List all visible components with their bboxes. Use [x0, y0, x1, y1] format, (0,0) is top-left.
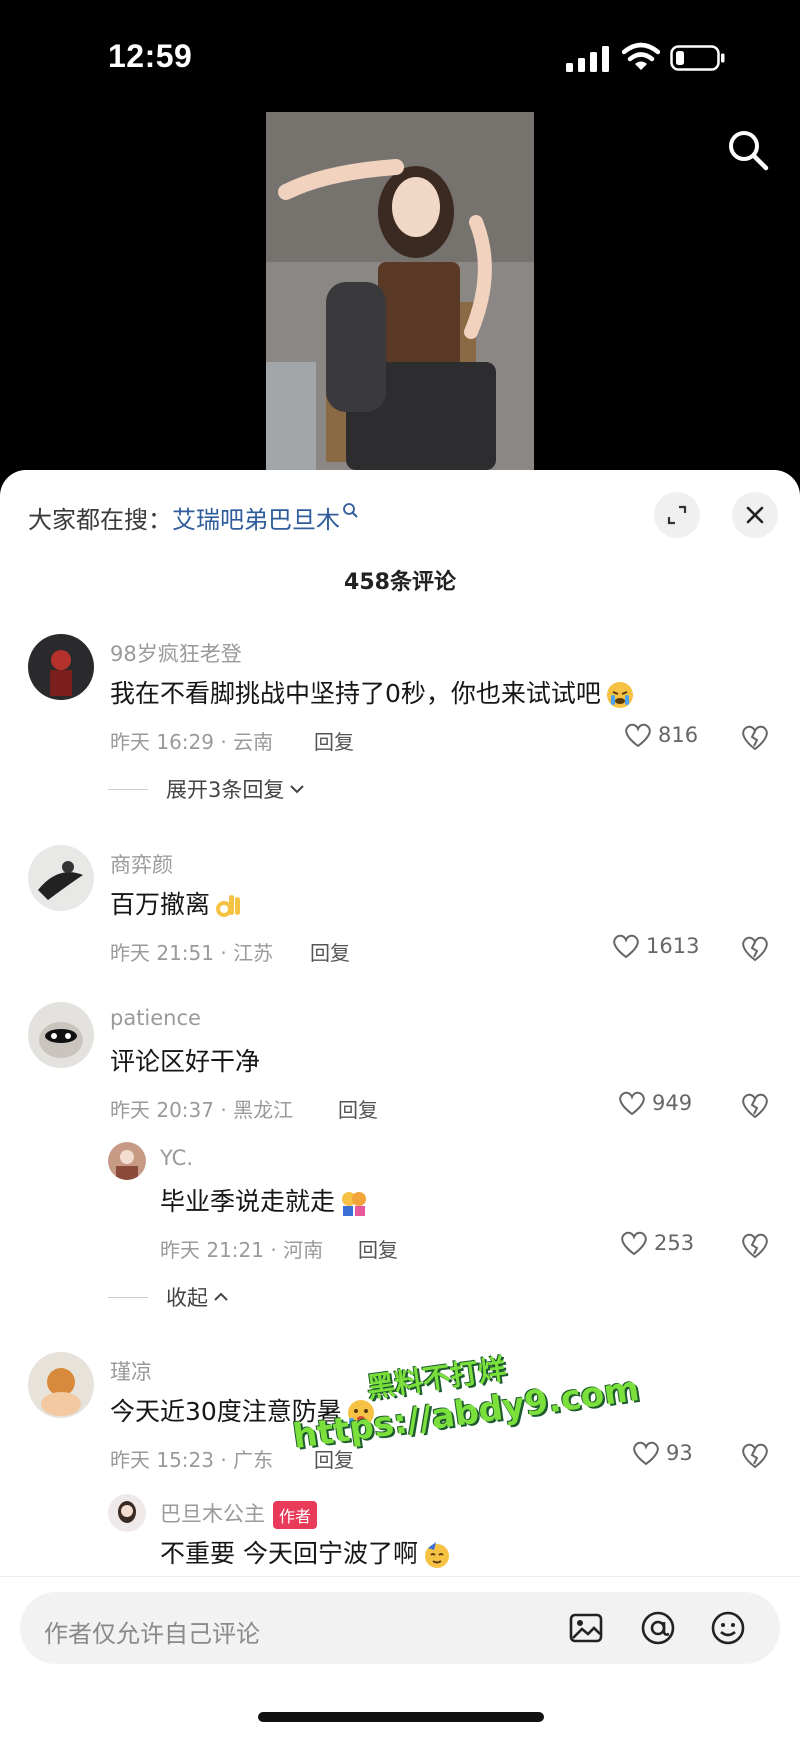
ok-hand-emoji-icon [216, 895, 241, 917]
like-button[interactable]: 1613 [612, 933, 699, 959]
dislike-icon[interactable] [740, 1230, 770, 1260]
comment-author[interactable]: 瑾凉 [110, 1356, 152, 1386]
trending-prefix: 大家都在搜： [28, 506, 172, 534]
like-button[interactable]: 816 [624, 722, 698, 748]
heart-icon [633, 1441, 659, 1466]
emoji-icon[interactable] [710, 1610, 746, 1646]
video-player[interactable] [0, 110, 800, 470]
like-button[interactable]: 253 [620, 1230, 694, 1256]
comment-text: 我在不看脚挑战中坚持了0秒，你也来试试吧 [110, 674, 635, 710]
comment-input-placeholder: 作者仅允许自己评论 [44, 1620, 260, 1648]
reply-time: 昨天 21:21 · 河南 [160, 1238, 324, 1262]
screen: 12:59 大家都在搜：艾瑞吧弟巴旦木 458条评论 98岁疯狂老登 我在不看脚… [0, 0, 800, 1738]
signal-icon [566, 46, 609, 72]
reply-author[interactable]: YC. [160, 1146, 193, 1170]
search-icon [343, 503, 358, 518]
dislike-icon[interactable] [740, 933, 770, 963]
image-icon[interactable] [568, 1610, 604, 1646]
comment-text: 评论区好干净 [110, 1047, 261, 1076]
chevron-down-icon [290, 785, 305, 794]
heart-icon [619, 1091, 645, 1116]
comment-time: 昨天 15:23 · 广东 [110, 1448, 274, 1472]
like-button[interactable]: 93 [632, 1440, 693, 1466]
comment-input[interactable]: 作者仅允许自己评论 [20, 1592, 780, 1664]
home-indicator[interactable] [258, 1712, 544, 1722]
search-icon[interactable] [726, 128, 770, 172]
dislike-icon[interactable] [740, 1440, 770, 1470]
comment-author[interactable]: 98岁疯狂老登 [110, 638, 242, 668]
comment-time: 昨天 20:37 · 黑龙江 [110, 1098, 294, 1122]
comment-text: 今天近30度注意防暑 [110, 1392, 376, 1428]
party-emoji-icon [424, 1542, 449, 1568]
reply-button[interactable]: 回复 [310, 937, 350, 966]
status-time: 12:59 [108, 38, 193, 74]
chevron-up-icon [214, 1292, 228, 1301]
status-bar: 12:59 [0, 0, 800, 110]
reply-button[interactable]: 回复 [314, 726, 354, 755]
avatar[interactable] [28, 1352, 94, 1418]
comment-text: 百万撤离 [110, 885, 244, 921]
hug-emoji-icon [342, 1192, 367, 1216]
battery-icon [670, 45, 725, 71]
avatar[interactable] [28, 1002, 94, 1068]
close-icon [746, 506, 764, 524]
like-count: 949 [652, 1091, 693, 1115]
reply-text: 毕业季说走就走 [160, 1182, 369, 1218]
avatar[interactable] [108, 1494, 146, 1532]
avatar[interactable] [108, 1142, 146, 1180]
close-button[interactable] [732, 492, 778, 538]
crying-emoji-icon [606, 682, 633, 708]
avatar[interactable] [28, 634, 94, 700]
comment-author[interactable]: patience [110, 1006, 201, 1030]
like-count: 93 [666, 1441, 693, 1465]
expand-button[interactable] [654, 492, 700, 538]
reply-author[interactable]: 巴旦木公主 作者 [160, 1498, 318, 1529]
reply-button[interactable]: 回复 [358, 1234, 398, 1263]
dislike-icon[interactable] [740, 722, 770, 752]
divider [0, 1576, 800, 1577]
author-badge: 作者 [273, 1501, 318, 1529]
wifi-icon [622, 42, 660, 70]
heart-icon [613, 934, 639, 959]
reply-text: 不重要 今天回宁波了啊 [160, 1534, 452, 1570]
at-icon[interactable] [640, 1610, 676, 1646]
like-button[interactable]: 949 [618, 1090, 692, 1116]
comment-time: 昨天 16:29 · 云南 [110, 730, 274, 754]
watermark-line1: 黑料不打烊 [364, 1352, 509, 1405]
dislike-icon[interactable] [740, 1090, 770, 1120]
comment-sheet: 大家都在搜：艾瑞吧弟巴旦木 458条评论 98岁疯狂老登 我在不看脚挑战中坚持了… [0, 470, 800, 1738]
like-count: 253 [654, 1231, 695, 1255]
hot-emoji-icon [347, 1400, 374, 1426]
trending-keyword[interactable]: 艾瑞吧弟巴旦木 [172, 506, 340, 534]
expand-replies-button[interactable]: 展开3条回复 [108, 774, 306, 804]
video-thumbnail[interactable] [266, 112, 534, 470]
comment-count: 458条评论 [344, 570, 456, 595]
heart-icon [621, 1231, 647, 1256]
comment-author[interactable]: 商弈颜 [110, 849, 173, 879]
like-count: 1613 [646, 934, 700, 958]
like-count: 816 [658, 723, 699, 747]
reply-button[interactable]: 回复 [314, 1444, 354, 1473]
avatar[interactable] [28, 845, 94, 911]
reply-button[interactable]: 回复 [338, 1094, 378, 1123]
trending-search[interactable]: 大家都在搜：艾瑞吧弟巴旦木 [28, 500, 360, 535]
expand-icon [667, 505, 687, 525]
collapse-replies-button[interactable]: 收起 [108, 1282, 230, 1312]
comment-time: 昨天 21:51 · 江苏 [110, 941, 274, 965]
heart-icon [625, 723, 651, 748]
